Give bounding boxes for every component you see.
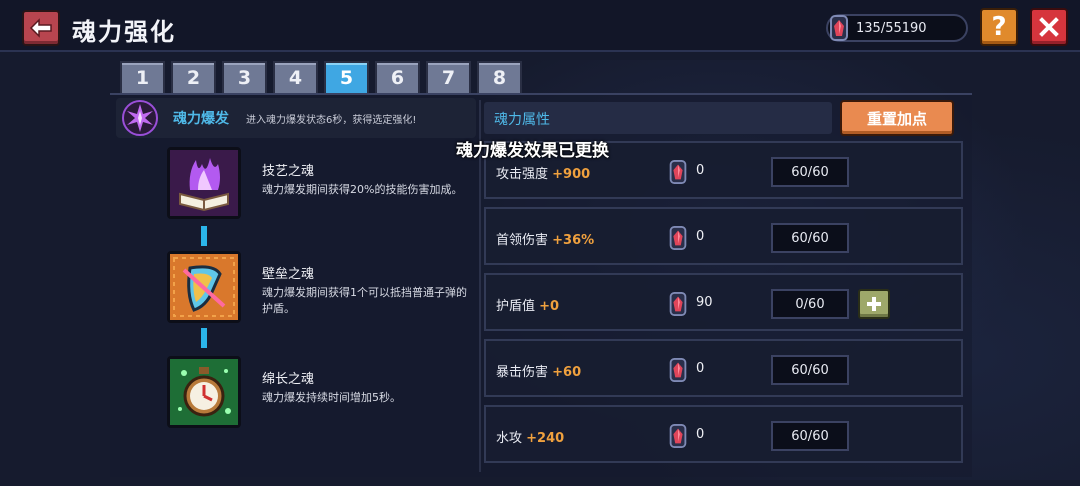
attribute-cost: 0 — [696, 229, 705, 244]
reset-points-button[interactable]: 重置加点 — [840, 100, 954, 136]
tab-6[interactable]: 6 — [375, 61, 420, 93]
attribute-bonus: +60 — [552, 365, 582, 380]
close-icon — [1039, 17, 1059, 37]
attribute-bonus: +900 — [552, 167, 591, 182]
attribute-bonus: +36% — [552, 233, 595, 248]
soul-option-lasting[interactable] — [167, 356, 241, 428]
add-point-button[interactable] — [858, 289, 890, 319]
soul-option-bulwark[interactable] — [167, 251, 241, 323]
attribute-row-water: 水攻 +240 0 60/60 — [484, 405, 963, 463]
close-button[interactable] — [1030, 8, 1068, 46]
stopwatch-icon — [170, 359, 238, 425]
shield-icon — [170, 254, 238, 320]
level-tabs: 1 2 3 4 5 6 7 8 — [120, 61, 522, 93]
attribute-cost: 0 — [696, 163, 705, 178]
tab-7[interactable]: 7 — [426, 61, 471, 93]
attribute-bonus: +240 — [526, 431, 565, 446]
toast-notice: 魂力爆发效果已更换 — [456, 141, 609, 161]
soul-gem-icon — [669, 424, 687, 448]
attribute-cost: 0 — [696, 361, 705, 376]
attribute-label: 首领伤害 +36% — [496, 233, 595, 248]
soul-connector — [201, 328, 207, 348]
soul-currency-display: 135/55190 — [826, 14, 968, 42]
attribute-level: 60/60 — [771, 421, 849, 451]
plus-icon — [867, 297, 881, 311]
purple-flame-book-icon — [170, 150, 238, 216]
tab-1[interactable]: 1 — [120, 61, 165, 93]
burst-description: 进入魂力爆发状态6秒，获得选定强化! — [246, 115, 417, 126]
soul-gem-icon — [830, 15, 848, 41]
soul-name-bulwark: 壁垒之魂 — [262, 267, 315, 282]
soul-gem-icon — [669, 160, 687, 184]
attribute-level: 0/60 — [771, 289, 849, 319]
soul-connector — [201, 226, 207, 246]
page-title: 魂力强化 — [72, 18, 176, 46]
attribute-label: 护盾值 +0 — [496, 299, 560, 314]
tab-4[interactable]: 4 — [273, 61, 318, 93]
attribute-label: 水攻 +240 — [496, 431, 565, 446]
back-arrow-icon — [29, 18, 52, 38]
attribute-row-shield: 护盾值 +0 90 0/60 — [484, 273, 963, 331]
attribute-row-crit-damage: 暴击伤害 +60 0 60/60 — [484, 339, 963, 397]
attribute-row-boss-damage: 首领伤害 +36% 0 60/60 — [484, 207, 963, 265]
attribute-label: 暴击伤害 +60 — [496, 365, 582, 380]
attribute-level: 60/60 — [771, 355, 849, 385]
attributes-title: 魂力属性 — [494, 112, 550, 128]
tab-5[interactable]: 5 — [324, 61, 369, 93]
back-button[interactable] — [22, 10, 60, 46]
attribute-label: 攻击强度 +900 — [496, 167, 591, 182]
soul-gem-icon — [669, 226, 687, 250]
attribute-cost: 0 — [696, 427, 705, 442]
tab-2[interactable]: 2 — [171, 61, 216, 93]
soul-name-skill: 技艺之魂 — [262, 164, 315, 179]
attribute-cost: 90 — [696, 295, 713, 310]
top-bar: 魂力强化 135/55190 ? — [0, 0, 1080, 52]
tab-3[interactable]: 3 — [222, 61, 267, 93]
soul-description-lasting: 魂力爆发持续时间增加5秒。 — [262, 391, 401, 404]
tab-8[interactable]: 8 — [477, 61, 522, 93]
attribute-level: 60/60 — [771, 157, 849, 187]
help-button[interactable]: ? — [980, 8, 1018, 46]
soul-gem-icon — [669, 358, 687, 382]
soul-name-lasting: 绵长之魂 — [262, 372, 315, 387]
burst-title: 魂力爆发 — [173, 111, 229, 127]
soul-description-skill: 魂力爆发期间获得20%的技能伤害加成。 — [262, 183, 463, 196]
soul-gem-icon — [669, 292, 687, 316]
soul-burst-icon — [122, 100, 158, 136]
attribute-level: 60/60 — [771, 223, 849, 253]
soul-currency-value: 135/55190 — [856, 20, 927, 36]
attribute-bonus: +0 — [539, 299, 560, 314]
soul-option-skill[interactable] — [167, 147, 241, 219]
soul-description-bulwark: 魂力爆发期间获得1个可以抵挡普通子弹的护盾。 — [262, 286, 467, 315]
